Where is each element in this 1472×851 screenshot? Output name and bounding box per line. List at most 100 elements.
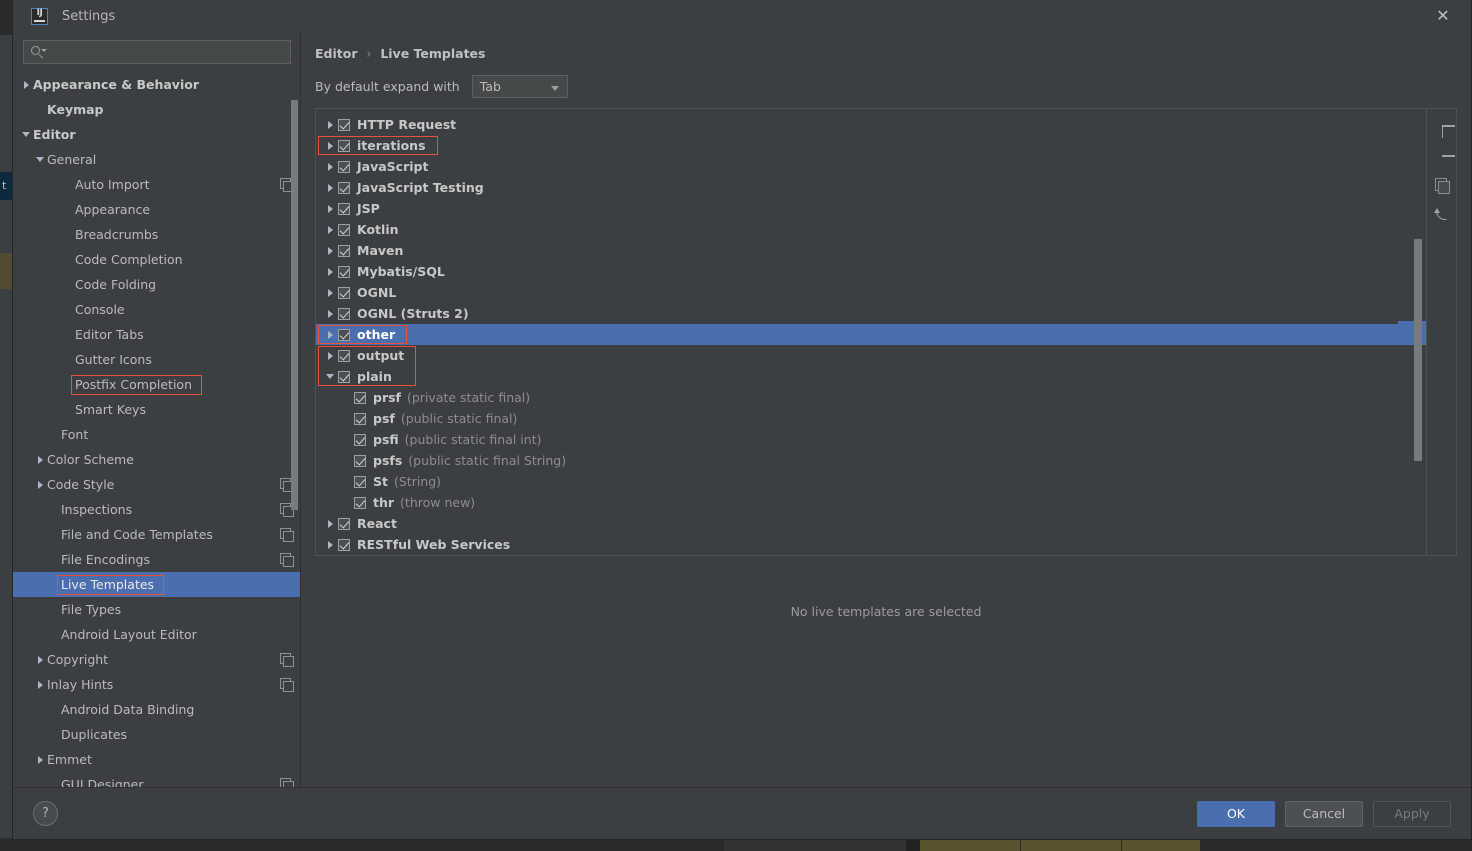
template-group-row[interactable]: OGNL <box>316 282 1426 303</box>
template-group-row[interactable]: output <box>316 345 1426 366</box>
chevron-right-icon[interactable] <box>33 755 47 764</box>
template-group-row[interactable]: OGNL (Struts 2) <box>316 303 1426 324</box>
sidebar-item-emmet[interactable]: Emmet <box>13 747 301 772</box>
sidebar-scrollbar[interactable] <box>291 100 298 510</box>
template-checkbox[interactable] <box>338 181 350 194</box>
sidebar-item-console[interactable]: Console <box>13 297 301 322</box>
template-group-row[interactable]: psfs (public static final String) <box>316 450 1426 471</box>
breadcrumb-root[interactable]: Editor <box>315 46 358 61</box>
template-group-row[interactable]: Mybatis/SQL <box>316 261 1426 282</box>
chevron-right-icon[interactable] <box>322 540 338 549</box>
sidebar-item-postfix-completion[interactable]: Postfix Completion <box>13 372 301 397</box>
sidebar-item-auto-import[interactable]: Auto Import <box>13 172 301 197</box>
template-group-row[interactable]: other <box>316 324 1426 345</box>
template-group-row[interactable]: React <box>316 513 1426 534</box>
chevron-down-icon[interactable] <box>19 132 33 137</box>
add-template-button[interactable] <box>1431 115 1453 135</box>
sidebar-item-breadcrumbs[interactable]: Breadcrumbs <box>13 222 301 247</box>
template-checkbox[interactable] <box>338 223 350 236</box>
chevron-right-icon[interactable] <box>33 655 47 664</box>
template-group-row[interactable]: psfi (public static final int) <box>316 429 1426 450</box>
template-checkbox[interactable] <box>338 328 350 341</box>
template-checkbox[interactable] <box>338 349 350 362</box>
template-checkbox[interactable] <box>338 370 350 383</box>
help-button[interactable]: ? <box>33 801 58 826</box>
chevron-right-icon[interactable] <box>33 480 47 489</box>
sidebar-item-copyright[interactable]: Copyright <box>13 647 301 672</box>
template-checkbox[interactable] <box>338 538 350 551</box>
template-group-row[interactable]: RESTful Web Services <box>316 534 1426 555</box>
chevron-right-icon[interactable] <box>322 330 338 339</box>
chevron-right-icon[interactable] <box>322 246 338 255</box>
template-checkbox[interactable] <box>338 160 350 173</box>
sidebar-item-inlay-hints[interactable]: Inlay Hints <box>13 672 301 697</box>
template-group-row[interactable]: plain <box>316 366 1426 387</box>
sidebar-item-android-layout-editor[interactable]: Android Layout Editor <box>13 622 301 647</box>
template-group-row[interactable]: prsf (private static final) <box>316 387 1426 408</box>
template-checkbox[interactable] <box>354 496 366 509</box>
template-checkbox[interactable] <box>338 202 350 215</box>
apply-button[interactable]: Apply <box>1373 800 1451 827</box>
chevron-right-icon[interactable] <box>322 288 338 297</box>
template-checkbox[interactable] <box>354 454 366 467</box>
template-group-row[interactable]: JSP <box>316 198 1426 219</box>
cancel-button[interactable]: Cancel <box>1285 800 1363 827</box>
chevron-right-icon[interactable] <box>322 309 338 318</box>
template-group-row[interactable]: thr (throw new) <box>316 492 1426 513</box>
sidebar-item-font[interactable]: Font <box>13 422 301 447</box>
sidebar-item-code-folding[interactable]: Code Folding <box>13 272 301 297</box>
template-checkbox[interactable] <box>354 391 366 404</box>
template-checkbox[interactable] <box>338 286 350 299</box>
chevron-right-icon[interactable] <box>322 120 338 129</box>
template-checkbox[interactable] <box>338 265 350 278</box>
search-input[interactable] <box>44 44 284 60</box>
close-icon[interactable]: ✕ <box>1433 6 1453 26</box>
sidebar-item-code-style[interactable]: Code Style <box>13 472 301 497</box>
sidebar-item-duplicates[interactable]: Duplicates <box>13 722 301 747</box>
sidebar-item-inspections[interactable]: Inspections <box>13 497 301 522</box>
sidebar-item-gui-designer[interactable]: GUI Designer <box>13 772 301 787</box>
chevron-right-icon[interactable] <box>322 204 338 213</box>
template-group-row[interactable]: St (String) <box>316 471 1426 492</box>
live-templates-tree[interactable]: HTTP Request iterations JavaScript JavaScri… <box>316 109 1426 555</box>
duplicate-template-button[interactable] <box>1431 175 1453 195</box>
template-group-row[interactable]: Kotlin <box>316 219 1426 240</box>
chevron-down-icon[interactable] <box>33 157 47 162</box>
sidebar-item-file-and-code-templates[interactable]: File and Code Templates <box>13 522 301 547</box>
chevron-right-icon[interactable] <box>322 162 338 171</box>
chevron-right-icon[interactable] <box>322 267 338 276</box>
chevron-right-icon[interactable] <box>322 183 338 192</box>
template-group-row[interactable]: JavaScript Testing <box>316 177 1426 198</box>
sidebar-item-general[interactable]: General <box>13 147 301 172</box>
chevron-right-icon[interactable] <box>322 351 338 360</box>
sidebar-item-keymap[interactable]: Keymap <box>13 97 301 122</box>
sidebar-item-gutter-icons[interactable]: Gutter Icons <box>13 347 301 372</box>
sidebar-item-android-data-binding[interactable]: Android Data Binding <box>13 697 301 722</box>
sidebar-item-file-encodings[interactable]: File Encodings <box>13 547 301 572</box>
sidebar-item-smart-keys[interactable]: Smart Keys <box>13 397 301 422</box>
chevron-right-icon[interactable] <box>322 225 338 234</box>
search-box[interactable] <box>23 40 291 64</box>
sidebar-item-file-types[interactable]: File Types <box>13 597 301 622</box>
ok-button[interactable]: OK <box>1197 800 1275 827</box>
chevron-right-icon[interactable] <box>33 455 47 464</box>
template-checkbox[interactable] <box>354 475 366 488</box>
sidebar-item-editor[interactable]: Editor <box>13 122 301 147</box>
template-checkbox[interactable] <box>338 307 350 320</box>
expand-with-select[interactable]: Tab <box>471 75 568 98</box>
restore-defaults-button[interactable] <box>1431 205 1453 225</box>
remove-template-button[interactable] <box>1431 145 1453 165</box>
template-group-row[interactable]: psf (public static final) <box>316 408 1426 429</box>
template-group-row[interactable]: iterations <box>316 135 1426 156</box>
template-checkbox[interactable] <box>338 118 350 131</box>
template-group-row[interactable]: HTTP Request <box>316 114 1426 135</box>
chevron-right-icon[interactable] <box>322 519 338 528</box>
chevron-right-icon[interactable] <box>33 680 47 689</box>
sidebar-item-code-completion[interactable]: Code Completion <box>13 247 301 272</box>
chevron-down-icon[interactable] <box>322 374 338 379</box>
sidebar-item-appearance[interactable]: Appearance <box>13 197 301 222</box>
chevron-right-icon[interactable] <box>19 80 33 89</box>
sidebar-item-live-templates[interactable]: Live Templates <box>13 572 301 597</box>
chevron-right-icon[interactable] <box>322 141 338 150</box>
template-checkbox[interactable] <box>338 139 350 152</box>
